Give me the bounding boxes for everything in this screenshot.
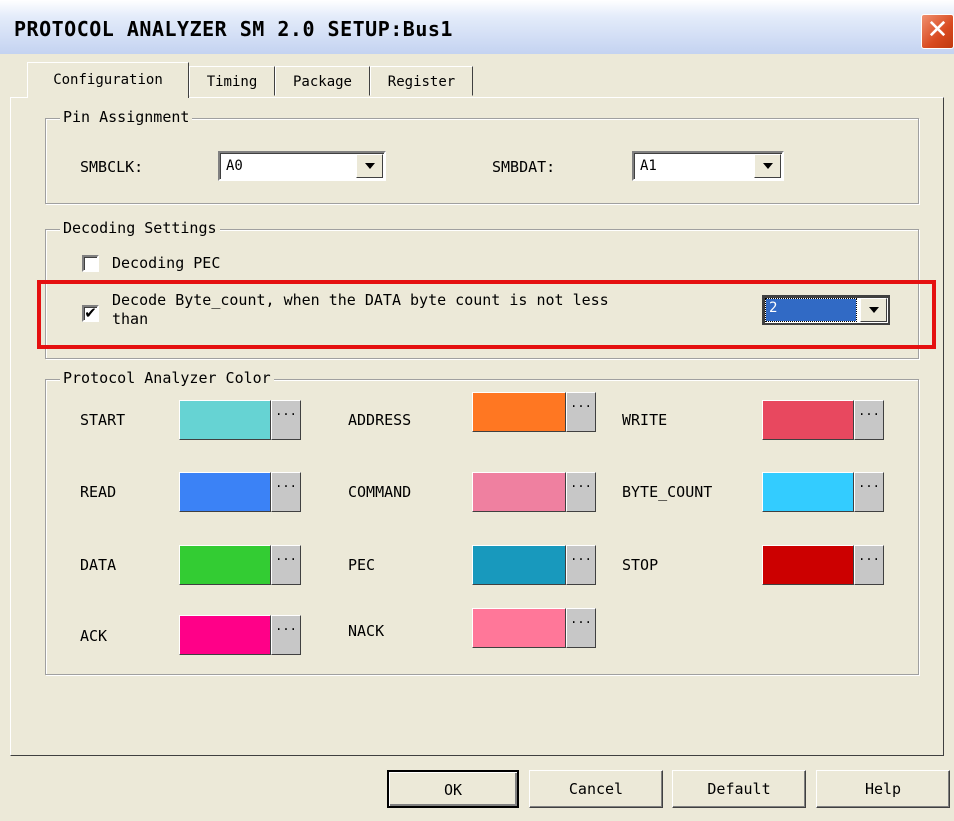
color-picker-address[interactable]: ...: [472, 392, 596, 432]
color-label-write: WRITE: [622, 411, 668, 429]
tab-package[interactable]: Package: [275, 66, 370, 96]
default-button[interactable]: Default: [672, 770, 806, 808]
color-button-data[interactable]: ...: [271, 545, 301, 585]
color-button-nack[interactable]: ...: [566, 608, 596, 648]
help-button[interactable]: Help: [816, 770, 950, 808]
color-swatch-nack[interactable]: [472, 608, 566, 648]
smbdat-select[interactable]: A1: [632, 151, 784, 181]
color-picker-read[interactable]: ...: [179, 472, 301, 512]
color-button-pec[interactable]: ...: [566, 545, 596, 585]
color-button-command[interactable]: ...: [566, 472, 596, 512]
color-label-read: READ: [80, 483, 117, 501]
color-label-start: START: [80, 411, 126, 429]
color-button-address[interactable]: ...: [566, 392, 596, 432]
color-swatch-start[interactable]: [179, 400, 271, 440]
color-button-byte-count[interactable]: ...: [854, 472, 884, 512]
color-swatch-address[interactable]: [472, 392, 566, 432]
color-label-address: ADDRESS: [348, 411, 412, 429]
color-button-write[interactable]: ...: [854, 400, 884, 440]
close-button[interactable]: ✕: [921, 14, 954, 49]
window-title: PROTOCOL ANALYZER SM 2.0 SETUP:Bus1: [14, 17, 453, 41]
color-picker-command[interactable]: ...: [472, 472, 596, 512]
color-picker-pec[interactable]: ...: [472, 545, 596, 585]
smbdat-label: SMBDAT:: [492, 158, 556, 176]
color-button-start[interactable]: ...: [271, 400, 301, 440]
color-button-ack[interactable]: ...: [271, 615, 301, 655]
color-picker-write[interactable]: ...: [762, 400, 884, 440]
color-label-stop: STOP: [622, 556, 659, 574]
chevron-down-icon[interactable]: [754, 154, 781, 178]
color-swatch-byte-count[interactable]: [762, 472, 854, 512]
pin-assignment-legend: Pin Assignment: [60, 108, 193, 126]
color-picker-stop[interactable]: ...: [762, 545, 884, 585]
color-swatch-read[interactable]: [179, 472, 271, 512]
color-label-data: DATA: [80, 556, 117, 574]
chevron-down-icon[interactable]: [356, 154, 383, 178]
annotation-highlight-box: [37, 280, 936, 349]
color-picker-byte-count[interactable]: ...: [762, 472, 884, 512]
cancel-button[interactable]: Cancel: [529, 770, 663, 808]
color-label-pec: PEC: [348, 556, 376, 574]
color-picker-ack[interactable]: ...: [179, 615, 301, 655]
color-swatch-write[interactable]: [762, 400, 854, 440]
decoding-pec-checkbox[interactable]: [82, 255, 99, 272]
color-picker-nack[interactable]: ...: [472, 608, 596, 648]
color-label-command: COMMAND: [348, 483, 412, 501]
color-label-byte-count: BYTE_COUNT: [622, 483, 713, 501]
decoding-settings-legend: Decoding Settings: [60, 219, 220, 237]
color-swatch-pec[interactable]: [472, 545, 566, 585]
smbclk-value: A0: [226, 158, 243, 174]
color-swatch-ack[interactable]: [179, 615, 271, 655]
decoding-pec-label: Decoding PEC: [112, 254, 221, 272]
pin-assignment-group: [45, 118, 919, 204]
tab-configuration[interactable]: Configuration: [27, 62, 189, 98]
smbdat-value: A1: [640, 158, 657, 174]
color-button-read[interactable]: ...: [271, 472, 301, 512]
smbclk-label: SMBCLK:: [80, 158, 144, 176]
smbclk-select[interactable]: A0: [218, 151, 386, 181]
color-swatch-data[interactable]: [179, 545, 271, 585]
color-label-ack: ACK: [80, 627, 108, 645]
color-picker-data[interactable]: ...: [179, 545, 301, 585]
tab-timing[interactable]: Timing: [189, 66, 275, 96]
ok-button[interactable]: OK: [387, 770, 519, 808]
color-button-stop[interactable]: ...: [854, 545, 884, 585]
color-swatch-stop[interactable]: [762, 545, 854, 585]
close-icon: ✕: [926, 15, 949, 45]
color-picker-start[interactable]: ...: [179, 400, 301, 440]
protocol-analyzer-color-legend: Protocol Analyzer Color: [60, 369, 274, 387]
tab-register[interactable]: Register: [370, 66, 473, 96]
color-swatch-command[interactable]: [472, 472, 566, 512]
color-label-nack: NACK: [348, 622, 385, 640]
